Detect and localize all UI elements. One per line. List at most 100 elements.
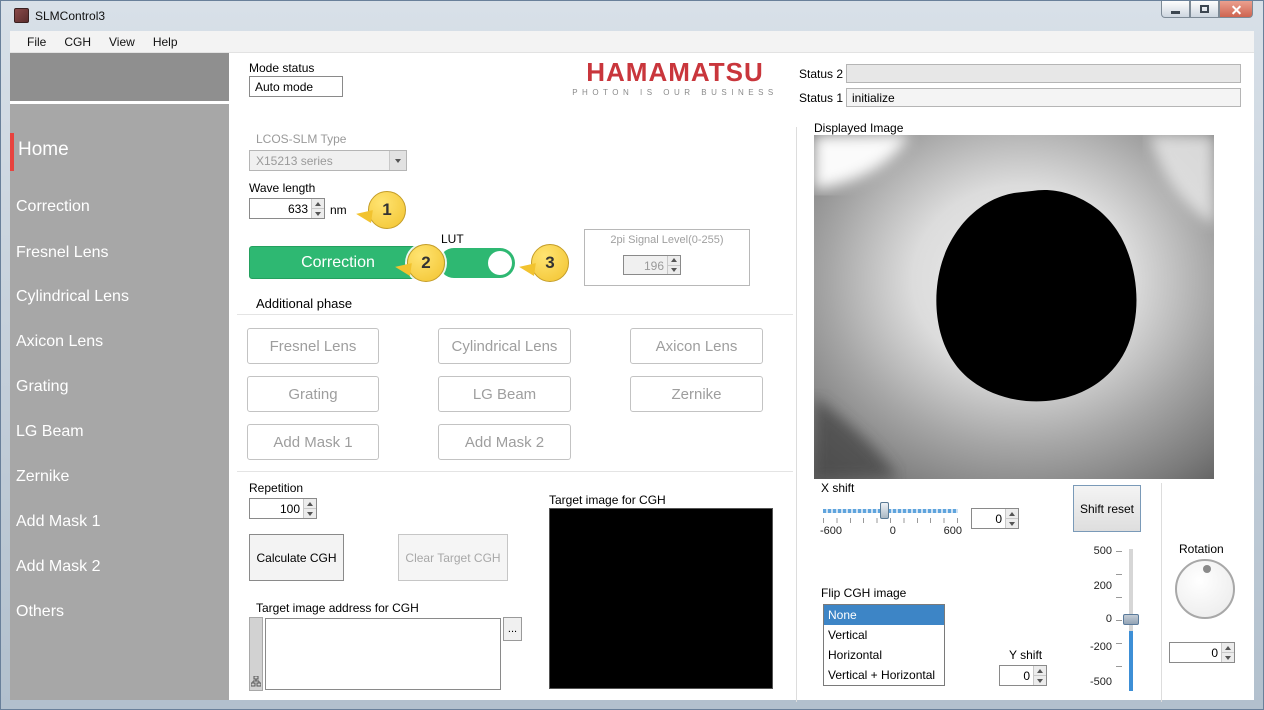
target-image-preview	[549, 508, 773, 689]
sidebar-item-add-mask-2[interactable]: Add Mask 2	[16, 558, 100, 576]
lut-toggle[interactable]	[439, 248, 515, 278]
maximize-icon	[1200, 5, 1209, 13]
logo-text: HAMAMATSU	[550, 59, 800, 85]
cylindrical-lens-button[interactable]: Cylindrical Lens	[438, 328, 571, 364]
menu-cgh[interactable]: CGH	[55, 31, 100, 53]
dropdown-button[interactable]	[389, 151, 406, 170]
active-item-indicator	[10, 133, 14, 171]
y-shift-up-button[interactable]	[1034, 666, 1046, 675]
sidebar: Home Correction Fresnel Lens Cylindrical…	[10, 53, 229, 700]
up-arrow-icon	[307, 502, 313, 506]
shift-reset-button[interactable]: Shift reset	[1073, 485, 1141, 532]
y-shift-spinner[interactable]: 0	[999, 665, 1047, 686]
title-bar[interactable]: SLMControl3	[1, 1, 1263, 31]
rotation-spinner[interactable]: 0	[1169, 642, 1235, 663]
y-scale-200: 200	[1082, 580, 1112, 592]
add-mask-1-button[interactable]: Add Mask 1	[247, 424, 379, 460]
rotation-input[interactable]: 0	[1170, 643, 1221, 662]
status2-field	[846, 64, 1241, 83]
x-shift-ticks	[823, 518, 959, 523]
divider	[237, 471, 793, 472]
repetition-input[interactable]: 100	[250, 499, 303, 518]
x-shift-spinner[interactable]: 0	[971, 508, 1019, 529]
x-shift-input[interactable]: 0	[972, 509, 1005, 528]
close-button[interactable]	[1219, 1, 1253, 18]
callout-3: 3	[531, 244, 569, 282]
signal-level-value: 196	[624, 256, 667, 274]
divider	[796, 127, 797, 702]
add-mask-2-button[interactable]: Add Mask 2	[438, 424, 571, 460]
window-title: SLMControl3	[35, 9, 105, 23]
y-shift-slider-thumb[interactable]	[1123, 614, 1139, 625]
lut-label: LUT	[441, 232, 464, 246]
axicon-lens-button[interactable]: Axicon Lens	[630, 328, 763, 364]
lg-beam-button[interactable]: LG Beam	[438, 376, 571, 412]
y-shift-down-button[interactable]	[1034, 675, 1046, 685]
rotation-down-button[interactable]	[1222, 652, 1234, 662]
divider	[237, 314, 793, 315]
status1-label: Status 1	[799, 91, 843, 105]
sidebar-item-add-mask-1[interactable]: Add Mask 1	[16, 513, 100, 531]
wavelength-down-button[interactable]	[312, 208, 324, 218]
browse-button[interactable]: ...	[503, 617, 522, 641]
callout-2: 2	[407, 244, 445, 282]
y-shift-input[interactable]: 0	[1000, 666, 1033, 685]
wavelength-up-button[interactable]	[312, 199, 324, 208]
flip-option-vertical[interactable]: Vertical	[824, 625, 944, 645]
grating-button[interactable]: Grating	[247, 376, 379, 412]
signal-level-label: 2pi Signal Level(0-255)	[585, 234, 749, 246]
chevron-down-icon	[395, 159, 401, 163]
x-shift-up-button[interactable]	[1006, 509, 1018, 518]
sidebar-item-fresnel-lens[interactable]: Fresnel Lens	[16, 244, 109, 262]
calculate-cgh-button[interactable]: Calculate CGH	[249, 534, 344, 581]
menu-view[interactable]: View	[100, 31, 144, 53]
x-shift-slider-thumb[interactable]	[880, 502, 889, 519]
minimize-button[interactable]	[1161, 1, 1190, 18]
flip-cgh-listbox[interactable]: None Vertical Horizontal Vertical + Hori…	[823, 604, 945, 686]
minimize-icon	[1171, 11, 1180, 14]
sidebar-item-grating[interactable]: Grating	[16, 378, 68, 396]
sidebar-item-others[interactable]: Others	[16, 603, 64, 621]
down-arrow-icon	[315, 212, 321, 216]
x-shift-down-button[interactable]	[1006, 518, 1018, 528]
wavelength-label: Wave length	[249, 181, 315, 195]
up-arrow-icon	[671, 258, 677, 262]
repetition-up-button[interactable]	[304, 499, 316, 508]
wavelength-input[interactable]: 633	[250, 199, 311, 218]
zernike-button[interactable]: Zernike	[630, 376, 763, 412]
menu-help[interactable]: Help	[144, 31, 187, 53]
menu-file[interactable]: File	[18, 31, 55, 53]
target-address-input[interactable]	[265, 618, 501, 690]
repetition-down-button[interactable]	[304, 508, 316, 518]
lcos-slm-type-dropdown[interactable]: X15213 series	[249, 150, 407, 171]
x-shift-slider[interactable]	[823, 509, 958, 513]
status1-field: initialize	[846, 88, 1241, 107]
wavelength-spinner[interactable]: 633	[249, 198, 325, 219]
rotation-knob[interactable]	[1175, 559, 1235, 619]
sidebar-item-axicon-lens[interactable]: Axicon Lens	[16, 333, 103, 351]
rotation-knob-indicator	[1203, 565, 1211, 573]
lcos-slm-type-label: LCOS-SLM Type	[256, 132, 346, 146]
x-shift-scale: -600 0 600	[820, 525, 962, 537]
lcos-slm-type-value: X15213 series	[250, 151, 389, 170]
flip-option-horizontal[interactable]: Horizontal	[824, 645, 944, 665]
rotation-up-button[interactable]	[1222, 643, 1234, 652]
sidebar-item-cylindrical-lens[interactable]: Cylindrical Lens	[16, 288, 129, 306]
mode-status-label: Mode status	[249, 61, 314, 75]
maximize-button[interactable]	[1190, 1, 1219, 18]
toggle-knob	[488, 251, 512, 275]
address-tool-strip[interactable]	[249, 617, 263, 691]
flip-option-vertical-horizontal[interactable]: Vertical + Horizontal	[824, 665, 944, 685]
hamamatsu-logo: HAMAMATSU PHOTON IS OUR BUSINESS	[550, 59, 800, 97]
down-arrow-icon	[307, 512, 313, 516]
sidebar-item-correction[interactable]: Correction	[16, 198, 90, 216]
repetition-spinner[interactable]: 100	[249, 498, 317, 519]
sidebar-item-zernike[interactable]: Zernike	[16, 468, 69, 486]
fresnel-lens-button[interactable]: Fresnel Lens	[247, 328, 379, 364]
y-shift-slider-fill	[1129, 631, 1133, 691]
sidebar-item-home[interactable]: Home	[18, 139, 69, 161]
repetition-label: Repetition	[249, 481, 303, 495]
flip-option-none[interactable]: None	[824, 605, 944, 625]
down-arrow-icon	[1009, 522, 1015, 526]
sidebar-item-lg-beam[interactable]: LG Beam	[16, 423, 84, 441]
